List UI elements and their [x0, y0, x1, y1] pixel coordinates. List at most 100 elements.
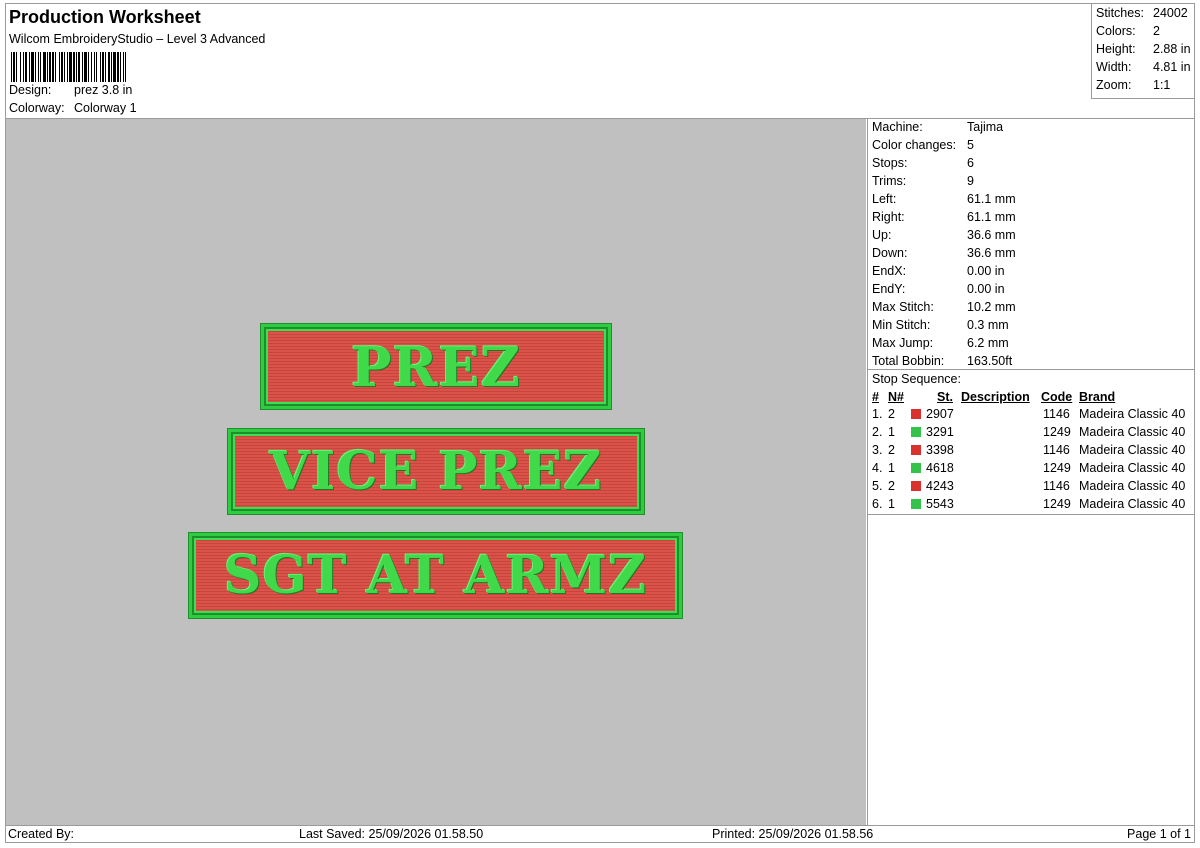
patch-vice-prez: VICE PREZ	[228, 429, 644, 514]
color-swatch	[911, 427, 921, 437]
row-number: 3.	[872, 443, 883, 457]
machine-info-row: Machine: Tajima	[872, 120, 1003, 134]
last-saved: Last Saved: 25/09/2026 01.58.50	[299, 827, 484, 841]
col-header-code: Code	[1041, 390, 1073, 404]
stat-value: 2	[1153, 24, 1160, 38]
thread-code: 1249	[1043, 425, 1071, 439]
divider	[868, 369, 1195, 370]
machine-info-row: Down: 36.6 mm	[872, 246, 1016, 260]
needle-number: 2	[888, 479, 895, 493]
design-label: Design:	[9, 83, 52, 97]
col-header-num: #	[872, 390, 879, 404]
design-row: Design: prez 3.8 in	[9, 83, 132, 97]
table-row: 3. 2 3398 1146 Madeira Classic 40	[868, 443, 1195, 461]
machine-info-value: 0.00 in	[967, 264, 1005, 278]
machine-info-row: EndY: 0.00 in	[872, 282, 1005, 296]
printed-date: Printed: 25/09/2026 01.58.56	[712, 827, 874, 841]
thread-brand: Madeira Classic 40	[1079, 425, 1186, 439]
machine-info-value: 0.00 in	[967, 282, 1005, 296]
page-title: Production Worksheet	[9, 7, 201, 27]
barcode	[11, 52, 199, 82]
col-header-stitches: St.	[937, 390, 953, 404]
page-number: Page 1 of 1	[1127, 827, 1191, 841]
stat-value: 2.88 in	[1153, 42, 1191, 56]
thread-brand: Madeira Classic 40	[1079, 479, 1186, 493]
col-header-needle: N#	[888, 390, 904, 404]
machine-info-row: EndX: 0.00 in	[872, 264, 1005, 278]
machine-info-row: Max Jump: 6.2 mm	[872, 336, 1009, 350]
machine-info-row: Max Stitch: 10.2 mm	[872, 300, 1016, 314]
barcode-bar	[126, 52, 128, 82]
machine-info-label: Max Stitch:	[872, 300, 934, 314]
machine-info-value: 5	[967, 138, 974, 152]
table-row: 4. 1 4618 1249 Madeira Classic 40	[868, 461, 1195, 479]
needle-number: 1	[888, 461, 895, 475]
stitch-count: 3398	[926, 443, 954, 457]
stat-label: Width:	[1096, 60, 1132, 74]
colorway-value: Colorway 1	[74, 101, 137, 115]
divider	[868, 514, 1195, 515]
col-header-brand: Brand	[1079, 390, 1116, 404]
patch-prez: PREZ	[261, 324, 611, 409]
thread-brand: Madeira Classic 40	[1079, 443, 1186, 457]
thread-code: 1146	[1043, 443, 1070, 457]
machine-info-value: 0.3 mm	[967, 318, 1009, 332]
colorway-label: Colorway:	[9, 101, 65, 115]
stop-sequence-title: Stop Sequence:	[872, 372, 961, 386]
table-row: 2. 1 3291 1249 Madeira Classic 40	[868, 425, 1195, 443]
row-number: 2.	[872, 425, 883, 439]
machine-info-row: Total Bobbin: 163.50ft	[872, 354, 1012, 368]
machine-info-label: Stops:	[872, 156, 908, 170]
stat-zoom: Zoom: 1:1	[1096, 78, 1170, 92]
row-number: 4.	[872, 461, 883, 475]
row-number: 6.	[872, 497, 883, 511]
patch-sgt-at-armz: SGT AT ARMZ	[189, 533, 682, 618]
footer: Created By: Last Saved: 25/09/2026 01.58…	[5, 825, 1195, 843]
right-panel: Machine: Tajima Color changes: 5 Stops: 6 Trim…	[867, 119, 1195, 825]
machine-info-value: 163.50ft	[967, 354, 1013, 368]
machine-info-label: Min Stitch:	[872, 318, 931, 332]
machine-info-label: Trims:	[872, 174, 907, 188]
stitch-count: 2907	[926, 407, 954, 421]
stitch-count: 5543	[926, 497, 954, 511]
color-swatch	[911, 481, 921, 491]
needle-number: 2	[888, 407, 895, 421]
machine-info-value: 61.1 mm	[967, 210, 1016, 224]
machine-info-label: Down:	[872, 246, 908, 260]
machine-info-value: 9	[967, 174, 974, 188]
table-row: 5. 2 4243 1146 Madeira Classic 40	[868, 479, 1195, 497]
table-row: 1. 2 2907 1146 Madeira Classic 40	[868, 407, 1195, 425]
patch-text: PREZ	[350, 334, 522, 399]
col-header-description: Description	[961, 390, 1030, 404]
stat-value: 1:1	[1153, 78, 1171, 92]
stat-stitches: Stitches: 24002	[1096, 6, 1188, 20]
row-number: 1.	[872, 407, 883, 421]
machine-info-value: 61.1 mm	[967, 192, 1016, 206]
thread-code: 1146	[1043, 407, 1070, 421]
machine-info-label: EndY:	[872, 282, 906, 296]
stat-width: Width: 4.81 in	[1096, 60, 1191, 74]
machine-info-value: 6	[967, 156, 974, 170]
machine-info-value: Tajima	[967, 120, 1004, 134]
needle-number: 1	[888, 497, 895, 511]
machine-info-label: Right:	[872, 210, 905, 224]
machine-info-label: Color changes:	[872, 138, 957, 152]
machine-info-label: Left:	[872, 192, 897, 206]
thread-code: 1249	[1043, 497, 1071, 511]
created-by: Created By:	[8, 827, 75, 841]
stat-value: 24002	[1153, 6, 1188, 20]
machine-info-value: 6.2 mm	[967, 336, 1009, 350]
stitch-count: 3291	[926, 425, 954, 439]
stats-box: Stitches: 24002 Colors: 2 Height: 2.88 in W…	[1091, 3, 1195, 99]
machine-info-row: Min Stitch: 0.3 mm	[872, 318, 1009, 332]
stitch-count: 4243	[926, 479, 954, 493]
design-preview: PREZ VICE PREZ SGT AT ARMZ	[6, 119, 866, 825]
machine-info-row: Stops: 6	[872, 156, 974, 170]
stat-label: Zoom:	[1096, 78, 1132, 92]
patch-text: VICE PREZ	[269, 441, 603, 502]
machine-info-row: Up: 36.6 mm	[872, 228, 1016, 242]
software-subtitle: Wilcom EmbroideryStudio – Level 3 Advanc…	[9, 32, 266, 46]
worksheet-header: Production Worksheet Wilcom EmbroiderySt…	[5, 3, 1195, 119]
thread-code: 1249	[1043, 461, 1071, 475]
needle-number: 1	[888, 425, 895, 439]
